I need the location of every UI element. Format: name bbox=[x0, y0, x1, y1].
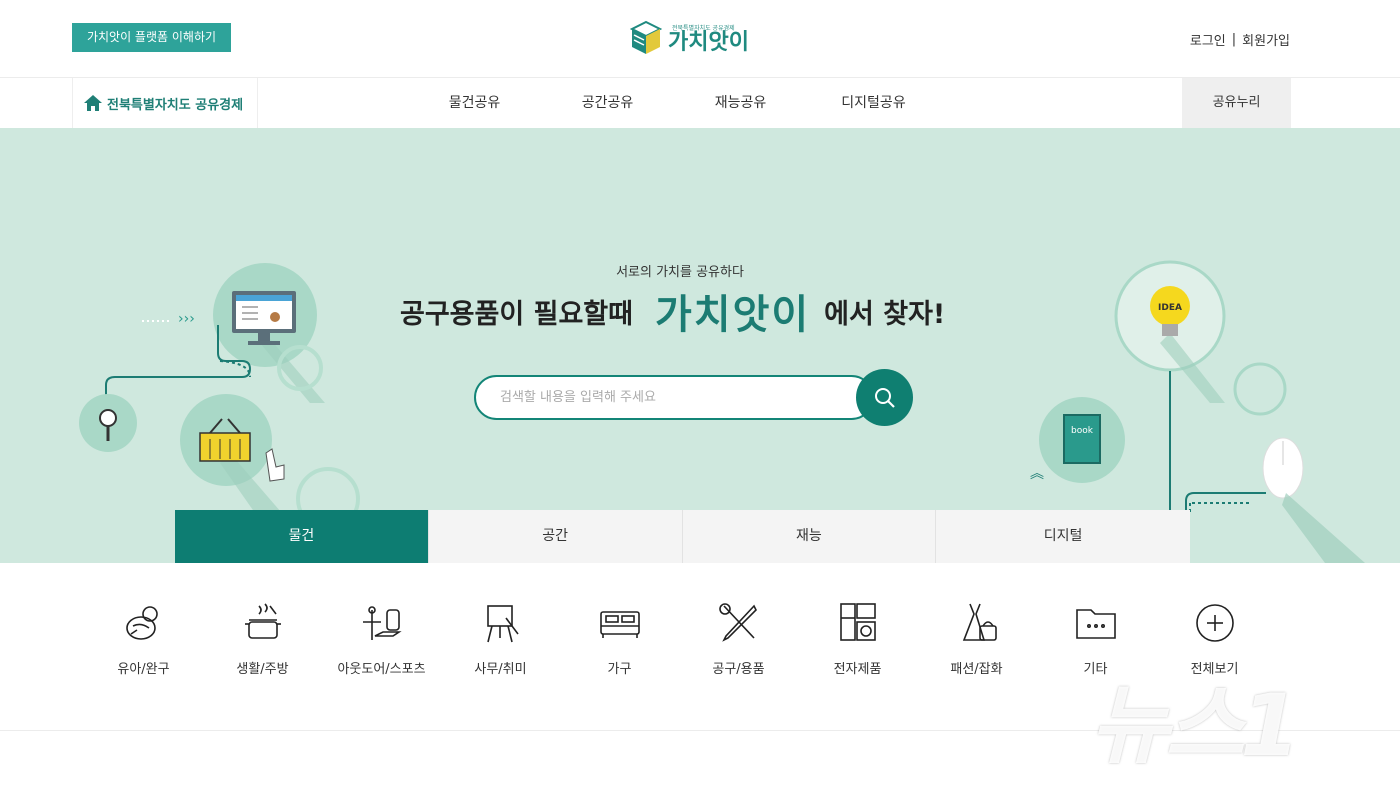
hero-banner: ››› IDEA book ︽ 서로의 가치를 공유하다 공구용품이 필요할때 … bbox=[0, 128, 1400, 563]
fashion-icon bbox=[962, 603, 997, 641]
svg-text:›››: ››› bbox=[178, 311, 195, 327]
category-item[interactable]: 공구/용품 bbox=[680, 600, 797, 690]
outdoor-icon bbox=[362, 606, 402, 640]
bed-icon bbox=[599, 611, 640, 638]
category-label: 공구/용품 bbox=[712, 662, 765, 677]
hero-headline: 공구용품이 필요할때 가치앗이 에서 찾자! bbox=[400, 286, 946, 338]
baby-icon bbox=[125, 606, 158, 640]
auth-separator: | bbox=[1231, 32, 1237, 47]
logo-box-icon bbox=[630, 20, 662, 54]
folder-icon bbox=[1075, 609, 1116, 639]
tab-goods[interactable]: 물건 bbox=[175, 510, 429, 563]
platform-guide-button[interactable]: 가치앗이 플랫폼 이해하기 bbox=[72, 23, 231, 52]
search-input[interactable] bbox=[474, 375, 874, 420]
svg-text:︽: ︽ bbox=[1030, 466, 1044, 482]
news-watermark: 뉴스1 bbox=[1090, 676, 1300, 776]
headline-before: 공구용품이 필요할때 bbox=[400, 298, 633, 330]
category-item[interactable]: 아웃도어/스포츠 bbox=[323, 600, 440, 690]
category-item[interactable]: 유아/완구 bbox=[85, 600, 202, 690]
tab-digital[interactable]: 디지털 bbox=[936, 510, 1190, 563]
search-button[interactable] bbox=[856, 369, 913, 426]
nav-item-goods[interactable]: 물건공유 bbox=[408, 78, 541, 128]
book-label: book bbox=[1071, 426, 1094, 436]
login-link[interactable]: 로그인 bbox=[1190, 30, 1226, 49]
pot-icon bbox=[244, 603, 281, 639]
site-logo[interactable]: 전북특별자치도 공유경제 가치앗이 bbox=[630, 18, 749, 58]
category-label: 사무/취미 bbox=[474, 662, 527, 677]
tab-talent[interactable]: 재능 bbox=[682, 510, 937, 563]
category-label: 아웃도어/스포츠 bbox=[337, 662, 426, 677]
plus-circle-icon bbox=[1195, 604, 1234, 642]
category-label: 생활/주방 bbox=[236, 662, 289, 677]
hero-tagline: 서로의 가치를 공유하다 bbox=[616, 265, 744, 280]
nav-item-sharing-nuri[interactable]: 공유누리 bbox=[1182, 78, 1291, 128]
idea-label: IDEA bbox=[1158, 303, 1182, 313]
search-icon bbox=[874, 387, 895, 408]
category-item[interactable]: 가구 bbox=[561, 600, 678, 690]
category-label: 패션/잡화 bbox=[950, 662, 1003, 677]
nav-item-space[interactable]: 공간공유 bbox=[541, 78, 674, 128]
category-label: 가구 bbox=[607, 662, 632, 677]
easel-icon bbox=[486, 605, 519, 643]
appliance-icon bbox=[839, 603, 876, 641]
category-label: 전자제품 bbox=[833, 662, 882, 677]
category-tabs: 물건 공간 재능 디지털 bbox=[175, 510, 1190, 563]
nav-menu: 물건공유 공간공유 재능공유 디지털공유 bbox=[408, 78, 940, 128]
tools-icon bbox=[718, 603, 757, 642]
region-home-link[interactable]: 전북특별자치도 공유경제 bbox=[72, 78, 258, 128]
logo-text: 가치앗이 bbox=[668, 29, 749, 55]
home-icon bbox=[84, 95, 102, 111]
headline-brand: 가치앗이 bbox=[654, 291, 811, 338]
auth-links: 로그인 | 회원가입 bbox=[1190, 30, 1290, 49]
category-item[interactable]: 패션/잡화 bbox=[918, 600, 1035, 690]
headline-after: 에서 찾자! bbox=[824, 298, 946, 330]
top-header: 가치앗이 플랫폼 이해하기 전북특별자치도 공유경제 가치앗이 로그인 | 회원… bbox=[0, 0, 1400, 78]
category-label: 유아/완구 bbox=[117, 662, 170, 677]
nav-item-digital[interactable]: 디지털공유 bbox=[807, 78, 940, 128]
signup-link[interactable]: 회원가입 bbox=[1242, 30, 1290, 49]
main-nav: 전북특별자치도 공유경제 물건공유 공간공유 재능공유 디지털공유 공유누리 bbox=[0, 78, 1400, 128]
category-item[interactable]: 전자제품 bbox=[799, 600, 916, 690]
region-label: 전북특별자치도 공유경제 bbox=[107, 97, 244, 113]
nav-item-talent[interactable]: 재능공유 bbox=[674, 78, 807, 128]
category-item[interactable]: 사무/취미 bbox=[442, 600, 559, 690]
tab-space[interactable]: 공간 bbox=[428, 510, 683, 563]
category-item[interactable]: 생활/주방 bbox=[204, 600, 321, 690]
